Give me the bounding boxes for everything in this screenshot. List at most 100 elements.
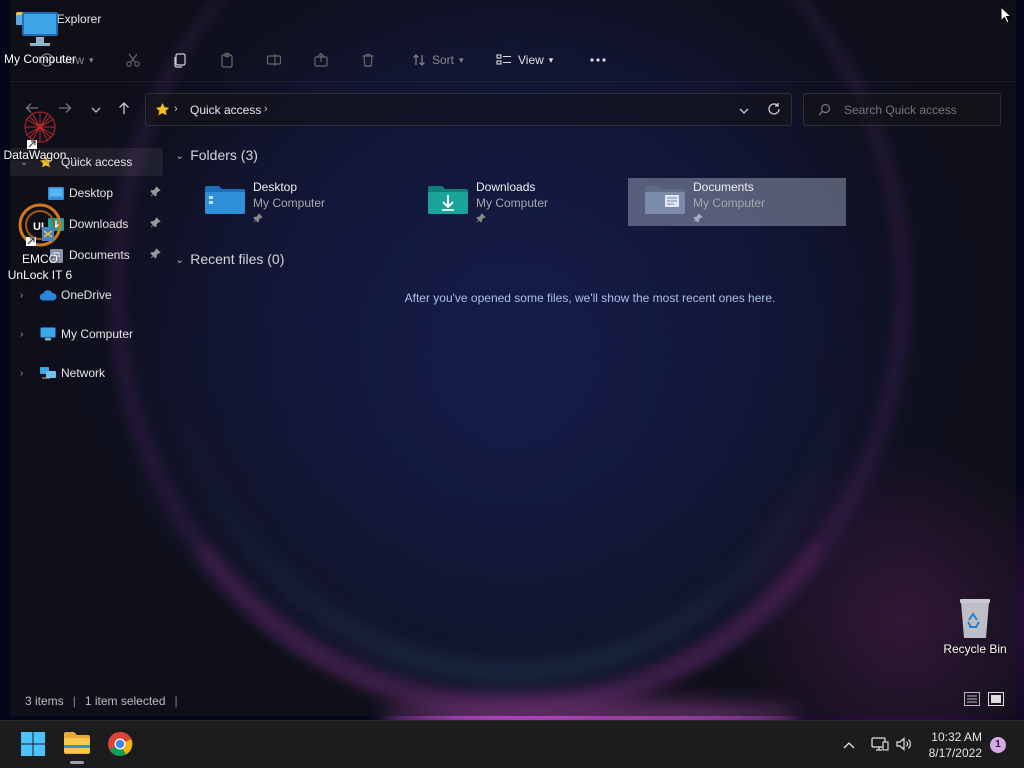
refresh-icon[interactable] [767,102,781,119]
folder-tile-documents[interactable]: Documents My Computer [628,178,846,226]
pin-icon[interactable] [150,248,161,262]
share-button[interactable] [313,48,329,72]
view-list-icon [496,53,512,67]
chevron-down-icon[interactable] [739,103,749,117]
chevron-down-icon: ⌄ [175,149,185,162]
computer-icon [40,327,56,344]
delete-button[interactable] [360,48,376,72]
desktop-icon-label: DataWagon... [3,148,77,162]
share-icon [313,52,329,68]
desktop-icon-label: EMCO UnLock IT 6 [7,252,73,282]
folder-tile-desktop[interactable]: Desktop My Computer [188,178,406,226]
taskbar-chrome[interactable] [107,731,135,759]
paste-icon [219,52,235,68]
start-button[interactable] [20,731,48,759]
item-count: 3 items [25,694,64,708]
network-status-button[interactable] [871,721,889,768]
running-indicator [70,761,84,764]
selection-count: 1 item selected [84,694,166,708]
desktop-icon-label: Recycle Bin [943,642,1007,656]
cut-icon [125,52,141,68]
datawagon-icon [17,104,63,150]
arrow-up-icon [118,101,130,118]
volume-button[interactable] [895,721,913,768]
ellipsis-icon [589,57,607,63]
network-icon [39,366,57,384]
chevron-right-icon[interactable]: › [20,368,23,379]
command-bar: New ▾ Sort ▾ View ▾ [10,38,1016,82]
address-bar[interactable]: › Quick access › [145,93,792,126]
taskbar-file-explorer[interactable] [63,731,91,764]
notification-badge[interactable]: 1 [990,737,1006,753]
sidebar-item-label: Desktop [69,186,114,200]
desktop-icon-datawagon[interactable]: DataWagon... [0,104,80,162]
breadcrumb-quick-access[interactable]: Quick access [190,103,261,117]
search-placeholder: Search Quick access [844,103,957,117]
recent-locations-button[interactable] [85,98,107,120]
status-divider: | [72,694,76,708]
view-toggles [964,692,1004,709]
documents-folder-icon [644,184,686,216]
search-input[interactable]: Search Quick access [803,93,1001,126]
sort-button[interactable]: Sort ▾ [412,48,464,72]
downloads-folder-icon [427,184,469,216]
sidebar-item-onedrive[interactable]: › OneDrive [10,281,163,309]
windows-logo-icon [20,732,46,760]
cut-button[interactable] [125,48,141,72]
address-row: › Quick access › Search Quick access [10,90,1016,128]
empty-recent-message: After you've opened some files, we'll sh… [404,291,776,305]
folder-location: My Computer [693,196,766,210]
view-button[interactable]: View ▾ [496,48,553,72]
sidebar-item-label: OneDrive [61,288,112,302]
pin-icon[interactable] [150,217,161,231]
folder-tile-downloads[interactable]: Downloads My Computer [411,178,629,226]
file-explorer-window: File Explorer New ▾ Sort ▾ View ▾ › Quic… [10,0,1016,716]
volume-icon [895,736,913,755]
trash-icon [360,52,376,68]
rename-icon [266,52,282,68]
desktop-icon-my-computer[interactable]: My Computer [0,10,80,66]
mouse-cursor-icon [1000,5,1013,27]
breadcrumb-chevron-icon[interactable]: › [174,103,178,115]
chrome-icon [107,731,133,760]
large-icons-view-icon[interactable] [988,692,1004,709]
status-bar: 3 items | 1 item selected | [25,694,187,708]
sidebar-item-label: My Computer [61,327,134,341]
emco-unlock-icon: UL [16,201,64,249]
folders-group-header[interactable]: ⌄ Folders (3) [175,147,258,163]
folder-name: Desktop [253,180,298,194]
folder-location: My Computer [253,196,326,210]
search-icon [818,103,831,119]
chevron-down-icon: ▾ [459,54,464,65]
taskbar-clock[interactable]: 10:32 AM 8/17/2022 [929,729,982,761]
sort-label: Sort [432,53,455,67]
sidebar-item-network[interactable]: › Network [10,359,163,387]
show-hidden-icons-button[interactable] [843,721,855,768]
paste-button[interactable] [219,48,235,72]
title-bar[interactable]: File Explorer [10,0,1016,38]
taskbar: 10:32 AM 8/17/2022 1 [0,720,1024,768]
copy-button[interactable] [172,48,188,72]
more-options-button[interactable] [589,48,607,72]
status-divider: | [174,694,178,708]
breadcrumb-chevron-icon[interactable]: › [264,103,268,115]
chevron-up-icon [843,738,855,752]
pin-icon [253,212,263,226]
rename-button[interactable] [266,48,282,72]
up-button[interactable] [113,98,135,120]
recent-files-group-header[interactable]: ⌄ Recent files (0) [175,251,284,267]
chevron-right-icon[interactable]: › [20,290,23,301]
desktop-icon-recycle-bin[interactable]: Recycle Bin [935,596,1015,656]
folders-group-title: Folders (3) [190,147,258,163]
details-view-icon[interactable] [964,692,980,709]
desktop-icon-emco-unlock[interactable]: UL EMCO UnLock IT 6 [0,201,80,283]
folder-name: Downloads [476,180,536,194]
desktop-folder-icon [204,184,246,216]
pin-icon[interactable] [150,186,161,200]
chevron-right-icon[interactable]: › [20,329,23,340]
recycle-bin-icon [955,596,995,640]
recent-files-group-title: Recent files (0) [190,251,285,267]
network-icon [871,736,889,755]
sidebar-item-my-computer[interactable]: › My Computer [10,320,163,348]
cloud-icon [39,290,57,304]
